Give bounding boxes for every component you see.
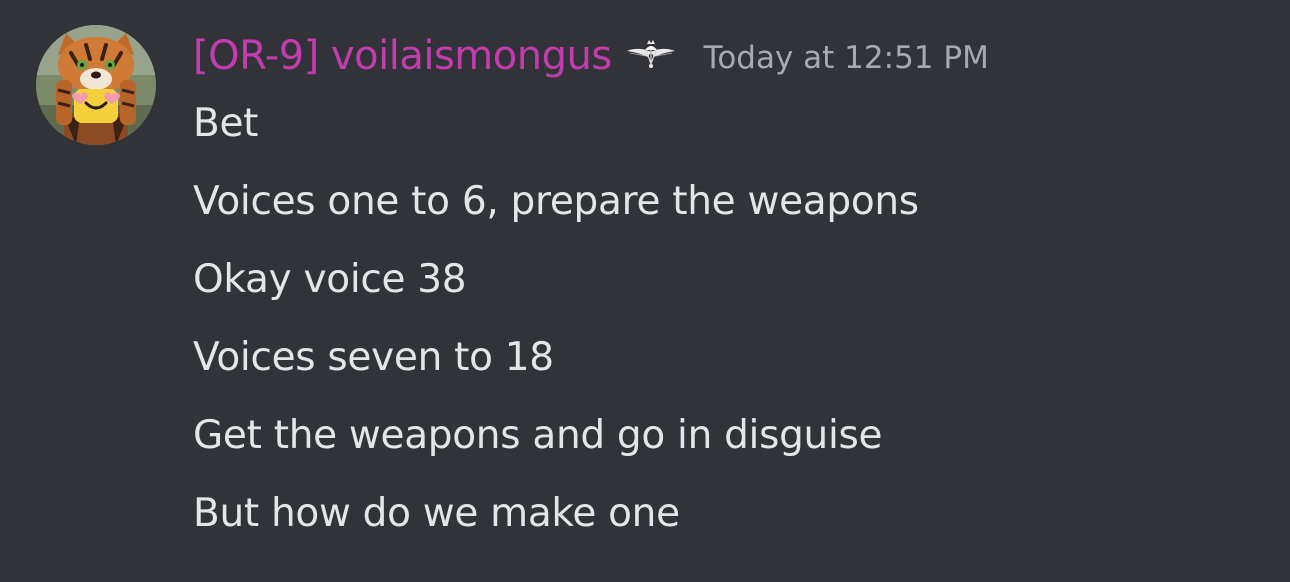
winged-parachute-badge-icon[interactable] <box>626 36 676 76</box>
user-avatar[interactable] <box>36 25 156 145</box>
message-line[interactable]: Voices seven to 18 <box>193 332 1273 384</box>
message-line[interactable]: But how do we make one <box>193 488 1273 540</box>
message-line[interactable]: Bet <box>193 98 1273 150</box>
author-username[interactable]: [OR-9] voilaismongus <box>193 33 612 79</box>
message-content-list: Bet Voices one to 6, prepare the weapons… <box>193 98 1273 566</box>
avatar-image <box>36 25 156 145</box>
message-line[interactable]: Get the weapons and go in disguise <box>193 410 1273 462</box>
message-header: [OR-9] voilaismongus Today at 12:51 PM <box>193 26 989 86</box>
role-icon-graphic <box>626 40 675 68</box>
message-timestamp[interactable]: Today at 12:51 PM <box>704 40 989 76</box>
message-group: [OR-9] voilaismongus Today at 12:51 PM B… <box>0 0 1290 582</box>
message-line[interactable]: Voices one to 6, prepare the weapons <box>193 176 1273 228</box>
message-line[interactable]: Okay voice 38 <box>193 254 1273 306</box>
